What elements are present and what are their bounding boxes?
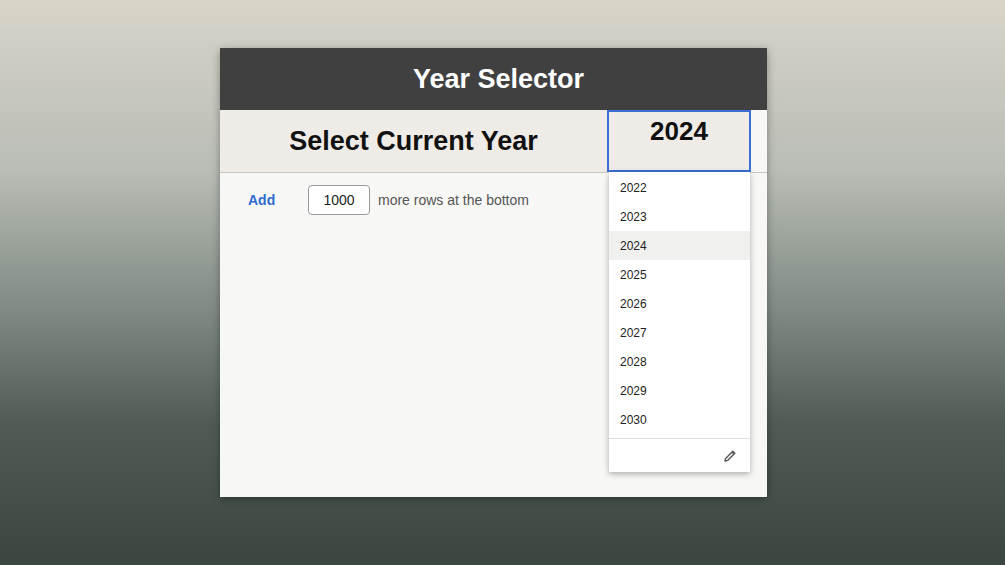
dropdown-option[interactable]: 2025: [609, 260, 750, 289]
title-bar: Year Selector: [220, 48, 767, 110]
row-count-input[interactable]: 1000: [308, 185, 370, 215]
dropdown-option[interactable]: 2023: [609, 202, 750, 231]
desktop-background: Year SelectorSelect Current Year2024Add1…: [0, 0, 1005, 565]
pencil-icon[interactable]: [722, 448, 738, 464]
dropdown-option[interactable]: 2026: [609, 289, 750, 318]
year-cell[interactable]: 2024: [607, 110, 751, 172]
dropdown-option[interactable]: 2029: [609, 376, 750, 405]
label-cell: Select Current Year: [220, 110, 607, 172]
dropdown-option[interactable]: 2024: [609, 231, 750, 260]
year-dropdown: 202220232024202520262027202820292030: [609, 172, 750, 472]
dropdown-option[interactable]: 2022: [609, 173, 750, 202]
spare-cell: [751, 110, 767, 172]
dropdown-footer: [609, 438, 750, 472]
year-selector-panel: Year SelectorSelect Current Year2024Add1…: [220, 48, 767, 497]
dropdown-option[interactable]: 2027: [609, 318, 750, 347]
add-rows-text: more rows at the bottom: [378, 192, 529, 208]
title: Year Selector: [413, 64, 584, 95]
select-row: Select Current Year2024: [220, 110, 767, 173]
dropdown-option[interactable]: 2028: [609, 347, 750, 376]
add-link[interactable]: Add: [248, 192, 308, 208]
dropdown-option[interactable]: 2030: [609, 405, 750, 434]
